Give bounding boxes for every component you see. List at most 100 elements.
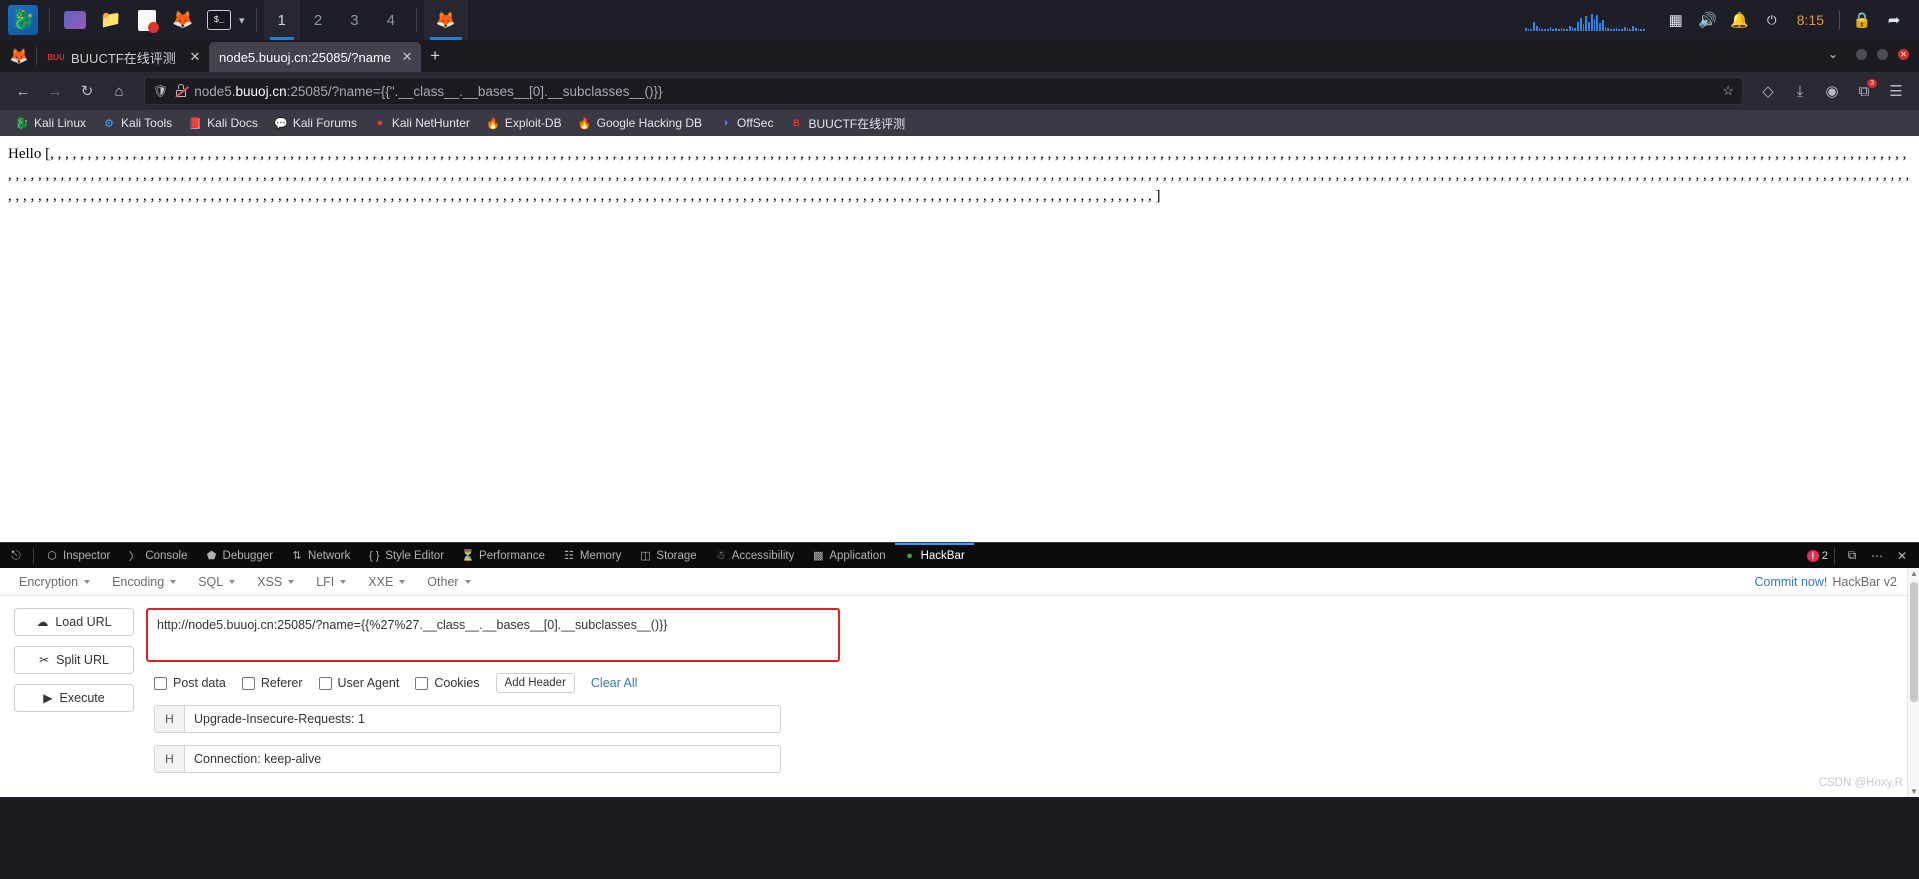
menu-lfi[interactable]: LFI	[305, 575, 357, 589]
menu-encryption[interactable]: Encryption	[8, 575, 101, 589]
shield-icon[interactable]: 🛡	[153, 84, 168, 98]
scroll-up-arrow-icon[interactable]: ▲	[1908, 569, 1919, 578]
text-editor-icon[interactable]	[134, 7, 160, 33]
tab-close-icon[interactable]: ✕	[187, 49, 203, 65]
forward-button[interactable]: →	[40, 76, 70, 106]
option-post-data[interactable]: Post data	[154, 676, 226, 690]
option-referer[interactable]: Referer	[241, 676, 303, 690]
show-desktop-icon[interactable]	[62, 7, 88, 33]
pocket-icon[interactable]: ◇	[1753, 76, 1783, 106]
scrollbar-thumb[interactable]	[1910, 582, 1918, 702]
hackbar-panel: Encryption Encoding SQL XSS LFI XXE Othe…	[0, 568, 1919, 797]
terminal-icon[interactable]: $_	[206, 7, 232, 33]
scroll-down-arrow-icon[interactable]: ▼	[1908, 787, 1919, 796]
devtools-tab-debugger[interactable]: ⬟ Debugger	[197, 543, 283, 569]
workspace-1[interactable]: 1	[263, 0, 300, 40]
lock-icon[interactable]: 🔒	[1847, 5, 1877, 35]
browser-tab-node5[interactable]: node5.buuoj.cn:25085/?name ✕	[209, 42, 422, 72]
volume-icon[interactable]: 🔊	[1693, 5, 1723, 35]
option-user-agent[interactable]: User Agent	[318, 676, 399, 690]
bookmark-kali-tools[interactable]: ⚙ Kali Tools	[95, 114, 179, 132]
extensions-icon[interactable]: ⧉ 3	[1849, 76, 1879, 106]
load-url-button[interactable]: ☁ Load URL	[14, 608, 134, 636]
devtools-tab-hackbar[interactable]: ● HackBar	[894, 542, 974, 569]
menu-xxe[interactable]: XXE	[357, 575, 416, 589]
reload-button[interactable]: ↻	[72, 76, 102, 106]
lock-crossed-icon[interactable]	[175, 84, 190, 98]
container-icon[interactable]: ◉	[1817, 76, 1847, 106]
workspace-4[interactable]: 4	[373, 0, 409, 40]
bookmark-kali-nethunter[interactable]: ● Kali NetHunter	[366, 114, 477, 132]
referer-checkbox[interactable]	[241, 676, 255, 690]
header-input[interactable]: Connection: keep-alive	[184, 745, 781, 773]
ethernet-icon[interactable]: ▦	[1661, 5, 1691, 35]
address-bar[interactable]: 🛡 node5.buuoj.cn:25085/?name={{".__class…	[144, 77, 1743, 105]
chevron-down-icon	[229, 579, 236, 584]
devtools-tab-network[interactable]: ⇅ Network	[282, 543, 359, 569]
hackbar-scrollbar[interactable]: ▲ ▼	[1907, 568, 1919, 797]
devtools-tab-performance[interactable]: ⏳ Performance	[453, 543, 554, 569]
file-manager-icon[interactable]: 📁	[98, 7, 124, 33]
list-all-tabs-icon[interactable]: ⌄	[1828, 47, 1838, 61]
chevron-down-icon	[288, 579, 295, 584]
bookmark-kali-docs[interactable]: 📕 Kali Docs	[181, 114, 265, 132]
accessibility-icon: ☃	[715, 550, 726, 562]
menu-sql[interactable]: SQL	[187, 575, 246, 589]
kali-dragon-icon[interactable]: 🐉	[8, 5, 38, 35]
workspace-3[interactable]: 3	[336, 0, 372, 40]
clear-all-link[interactable]: Clear All	[591, 676, 638, 690]
more-options-icon[interactable]: ⋯	[1866, 545, 1888, 567]
notification-bell-icon[interactable]: 🔔	[1725, 5, 1755, 35]
browser-tab-buuctf[interactable]: BUU BUUCTF在线评测 ✕	[39, 42, 209, 72]
maximize-button[interactable]	[1877, 48, 1888, 60]
devtools-tab-application[interactable]: ▩ Application	[803, 543, 894, 569]
chevron-down-icon[interactable]: ▾	[239, 14, 245, 27]
dock-panel-icon[interactable]: ⧉	[1841, 545, 1863, 567]
option-cookies[interactable]: Cookies	[415, 676, 480, 690]
devtools-tab-accessibility[interactable]: ☃ Accessibility	[706, 543, 804, 569]
devtools-tab-storage[interactable]: ◫ Storage	[630, 543, 705, 569]
save-to-pocket-icon[interactable]: ⤓	[1785, 76, 1815, 106]
logout-icon[interactable]: ➦	[1879, 5, 1909, 35]
add-header-button[interactable]: Add Header	[495, 673, 575, 693]
execute-button[interactable]: ▶ Execute	[14, 684, 134, 712]
error-count-badge[interactable]: ! 2	[1806, 549, 1828, 562]
firefox-icon[interactable]: 🦊	[170, 7, 196, 33]
bookmark-offsec[interactable]: ◑ OffSec	[711, 114, 780, 132]
bookmark-kali-forums[interactable]: 💬 Kali Forums	[267, 114, 364, 132]
app-menu-icon[interactable]: ☰	[1881, 76, 1911, 106]
post-data-checkbox[interactable]	[154, 676, 167, 690]
menu-other[interactable]: Other	[416, 575, 481, 589]
workspace-2[interactable]: 2	[300, 0, 336, 40]
battery-icon[interactable]: ⏻	[1757, 5, 1787, 35]
menu-encoding[interactable]: Encoding	[101, 575, 187, 589]
tab-close-icon-active[interactable]: ✕	[399, 49, 415, 65]
bookmark-google-hacking-db[interactable]: 🔥 Google Hacking DB	[571, 114, 709, 132]
home-button[interactable]: ⌂	[104, 76, 134, 106]
bookmark-exploit-db[interactable]: 🔥 Exploit-DB	[479, 114, 569, 132]
devtools-tab-style-editor[interactable]: { } Style Editor	[359, 543, 453, 569]
cookies-checkbox[interactable]	[415, 676, 429, 690]
minimize-button[interactable]	[1856, 48, 1867, 60]
menu-label: LFI	[316, 574, 335, 589]
new-tab-button[interactable]: +	[421, 42, 449, 70]
taskbar-window-firefox[interactable]: 🦊	[423, 0, 468, 40]
commit-now-link[interactable]: Commit now!	[1754, 575, 1827, 589]
devtools-tab-console[interactable]: 〉 Console	[119, 543, 196, 569]
menu-xss[interactable]: XSS	[246, 575, 305, 589]
bookmark-star-icon[interactable]: ☆	[1722, 83, 1734, 99]
bookmark-buuctf[interactable]: B BUUCTF在线评测	[782, 113, 912, 134]
close-window-button[interactable]: ✕	[1898, 48, 1909, 60]
bookmark-kali-linux[interactable]: 🐉 Kali Linux	[8, 114, 93, 132]
element-picker-icon[interactable]: ⎋	[2, 543, 30, 569]
header-input[interactable]: Upgrade-Insecure-Requests: 1	[184, 705, 781, 733]
split-url-button[interactable]: ✂ Split URL	[14, 646, 134, 674]
clock[interactable]: 8:15	[1789, 12, 1832, 28]
url-input[interactable]	[146, 608, 840, 662]
devtools-tab-inspector[interactable]: ⬡ Inspector	[37, 543, 119, 569]
back-button[interactable]: ←	[8, 76, 38, 106]
devtools-tab-memory[interactable]: ☷ Memory	[554, 543, 631, 569]
close-devtools-icon[interactable]: ✕	[1891, 545, 1913, 567]
user-agent-checkbox[interactable]	[318, 676, 332, 690]
chevron-down-icon	[399, 579, 406, 584]
